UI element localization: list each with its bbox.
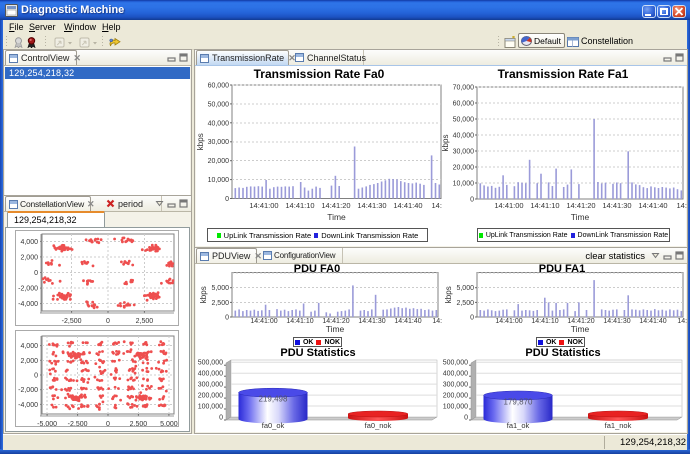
svg-text:2,500: 2,500: [136, 318, 154, 325]
svg-text:-2,500: -2,500: [62, 318, 82, 325]
svg-text:Time: Time: [571, 212, 590, 222]
svg-text:2,500: 2,500: [456, 300, 474, 307]
svg-text:50,000: 50,000: [453, 117, 475, 124]
svg-text:200,000: 200,000: [443, 393, 468, 400]
svg-text:0: 0: [225, 315, 229, 322]
svg-text:0: 0: [34, 373, 38, 380]
svg-text:100,000: 100,000: [198, 404, 223, 411]
svg-text:10,000: 10,000: [208, 177, 230, 184]
svg-text:14:41:40: 14:41:40: [638, 201, 667, 210]
svg-text:-4,000: -4,000: [18, 301, 38, 308]
svg-text:14:41:20: 14:41:20: [566, 201, 595, 210]
svg-text:50,000: 50,000: [208, 101, 230, 108]
svg-text:-2,000: -2,000: [18, 286, 38, 293]
svg-text:14:41:10: 14:41:10: [286, 318, 313, 325]
svg-text:10,000: 10,000: [453, 181, 475, 188]
svg-text:219,498: 219,498: [259, 395, 288, 404]
svg-text:179,870: 179,870: [504, 398, 533, 407]
svg-text:0: 0: [464, 415, 468, 422]
svg-text:14:41:30: 14:41:30: [357, 201, 386, 210]
svg-text:14:41:40: 14:41:40: [393, 201, 422, 210]
svg-text:14:41:00: 14:41:00: [249, 201, 278, 210]
svg-text:Time: Time: [326, 324, 345, 334]
svg-text:Transmission Rate Fa1: Transmission Rate Fa1: [498, 67, 629, 81]
svg-text:2,500: 2,500: [130, 421, 148, 426]
svg-text:14:41:30: 14:41:30: [602, 201, 631, 210]
svg-text:Time: Time: [571, 324, 590, 334]
svg-text:fa1_nok: fa1_nok: [605, 421, 632, 430]
svg-text:4,000: 4,000: [20, 343, 38, 350]
svg-text:4,000: 4,000: [20, 239, 38, 246]
svg-text:fa1_ok: fa1_ok: [507, 421, 530, 430]
svg-text:0: 0: [470, 315, 474, 322]
svg-text:-4,000: -4,000: [18, 402, 38, 409]
svg-text:60,000: 60,000: [208, 83, 230, 90]
svg-text:400,000: 400,000: [198, 371, 223, 378]
svg-text:0: 0: [34, 270, 38, 277]
svg-text:20,000: 20,000: [453, 165, 475, 172]
svg-text:14:41:00: 14:41:00: [494, 201, 523, 210]
svg-text:14:41:10: 14:41:10: [530, 201, 559, 210]
svg-text:14:41:5: 14:41:5: [677, 318, 687, 325]
svg-text:0: 0: [470, 197, 474, 204]
svg-text:40,000: 40,000: [453, 133, 475, 140]
svg-text:500,000: 500,000: [198, 360, 223, 367]
svg-text:kbps: kbps: [444, 286, 453, 303]
svg-text:14:41:30: 14:41:30: [358, 318, 385, 325]
svg-text:30,000: 30,000: [453, 149, 475, 156]
svg-text:kbps: kbps: [441, 135, 450, 152]
svg-text:5,000: 5,000: [160, 421, 178, 426]
svg-text:60,000: 60,000: [453, 101, 475, 108]
svg-text:500,000: 500,000: [443, 360, 468, 367]
svg-text:kbps: kbps: [196, 133, 205, 150]
svg-text:0: 0: [219, 415, 223, 422]
svg-text:14:41:00: 14:41:00: [495, 318, 522, 325]
svg-text:2,000: 2,000: [20, 358, 38, 365]
svg-text:300,000: 300,000: [198, 382, 223, 389]
svg-text:70,000: 70,000: [453, 85, 475, 92]
svg-text:0: 0: [225, 196, 229, 203]
svg-text:5,000: 5,000: [211, 285, 229, 292]
svg-text:14:41:5: 14:41:5: [676, 201, 687, 210]
svg-text:0: 0: [106, 318, 110, 325]
svg-text:200,000: 200,000: [198, 393, 223, 400]
svg-text:-2,000: -2,000: [18, 387, 38, 394]
svg-text:400,000: 400,000: [443, 371, 468, 378]
svg-text:Transmission Rate Fa0: Transmission Rate Fa0: [254, 67, 385, 81]
svg-text:5,000: 5,000: [456, 285, 474, 292]
svg-text:kbps: kbps: [199, 286, 208, 303]
svg-text:14:41:10: 14:41:10: [285, 201, 314, 210]
svg-text:14:41:10: 14:41:10: [531, 318, 558, 325]
svg-text:14:41:00: 14:41:00: [250, 318, 277, 325]
svg-text:fa0_nok: fa0_nok: [365, 421, 392, 430]
svg-text:300,000: 300,000: [443, 382, 468, 389]
svg-text:2,000: 2,000: [20, 254, 38, 261]
svg-text:14:41:20: 14:41:20: [321, 201, 350, 210]
svg-text:-5,000: -5,000: [37, 421, 57, 426]
svg-text:2,500: 2,500: [211, 300, 229, 307]
svg-text:20,000: 20,000: [208, 158, 230, 165]
svg-text:0: 0: [106, 421, 110, 426]
svg-text:14:41:30: 14:41:30: [603, 318, 630, 325]
svg-text:100,000: 100,000: [443, 404, 468, 411]
svg-text:14:41:40: 14:41:40: [639, 318, 666, 325]
svg-text:fa0_ok: fa0_ok: [262, 421, 285, 430]
svg-text:14:41:40: 14:41:40: [394, 318, 421, 325]
svg-text:-2,500: -2,500: [68, 421, 88, 426]
svg-text:30,000: 30,000: [208, 139, 230, 146]
svg-text:Time: Time: [327, 212, 346, 222]
svg-text:40,000: 40,000: [208, 120, 230, 127]
